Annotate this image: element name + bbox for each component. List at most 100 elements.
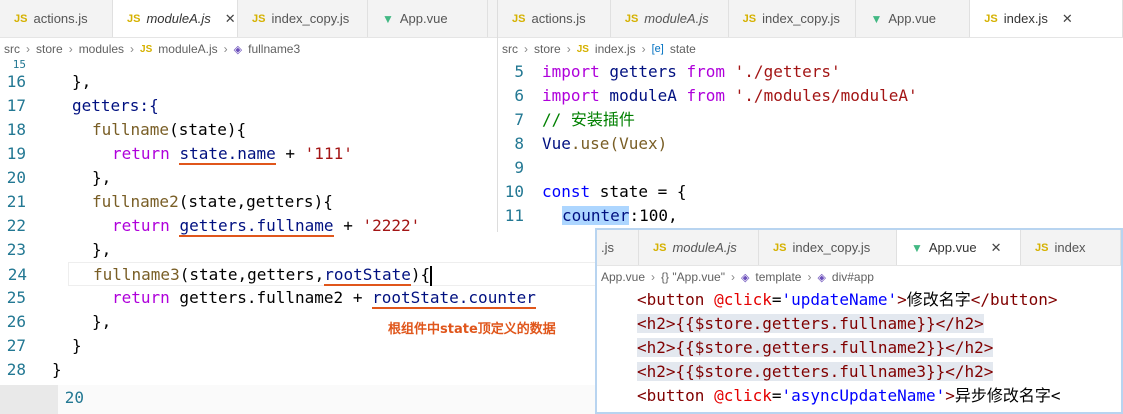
code-line: 23},	[0, 238, 600, 262]
breadcrumb-item[interactable]: src	[502, 42, 518, 56]
tab-label: moduleA.js	[644, 11, 709, 26]
line-number: 25	[6, 288, 26, 307]
line-number: 20	[64, 388, 84, 407]
breadcrumb-item[interactable]: moduleA.js	[158, 42, 217, 56]
code-keyword: import	[542, 86, 600, 105]
code-line: 9	[498, 156, 1123, 180]
vue-file-icon: ▼	[911, 240, 923, 255]
close-icon[interactable]: ✕	[1062, 11, 1073, 27]
code-text: fullname3	[93, 265, 180, 284]
tab-index[interactable]: JS index	[1021, 230, 1121, 265]
tab-actions-js[interactable]: JS actions.js	[0, 0, 113, 37]
tab-label: App.vue	[928, 240, 977, 255]
code-text: },	[72, 72, 92, 91]
code-text: .use(Vuex)	[570, 134, 668, 153]
code-tag: <button	[637, 386, 705, 405]
breadcrumb-item[interactable]: template	[755, 270, 801, 284]
tab-index-js[interactable]: JS index.js ✕	[970, 0, 1123, 37]
code-keyword: from	[686, 86, 726, 105]
chevron-right-icon: ›	[68, 42, 73, 56]
code-text: rootState	[324, 265, 411, 286]
breadcrumb-item[interactable]: modules	[79, 42, 124, 56]
close-icon[interactable]: ✕	[991, 240, 1002, 256]
line-number: 11	[504, 206, 524, 225]
tab-modulea-js[interactable]: JS moduleA.js	[639, 230, 759, 265]
right-editor: JS actions.js JS moduleA.js JS index_copy.j…	[497, 0, 1123, 232]
tab-label: index.js	[1003, 11, 1048, 26]
breadcrumb-item[interactable]: div#app	[832, 270, 874, 284]
tab-index-copy-js[interactable]: JS index_copy.js	[238, 0, 368, 37]
code-text: },	[92, 240, 112, 259]
code-line: <h2>{{$store.getters.fullname}}</h2>	[637, 312, 1121, 336]
line-number: 22	[6, 216, 26, 235]
code-line: 6 import moduleA from './modules/moduleA'	[498, 84, 1123, 108]
chevron-right-icon: ›	[524, 42, 528, 56]
code-tag: >	[945, 386, 955, 405]
tab-index-copy-js[interactable]: JS index_copy.js	[729, 0, 857, 37]
breadcrumb-item[interactable]: store	[36, 42, 63, 56]
js-file-icon: JS	[1035, 241, 1049, 254]
code-keyword: from	[686, 62, 726, 81]
cube-icon: ◈	[817, 271, 826, 284]
tab-actions-js[interactable]: JS actions.js	[498, 0, 611, 37]
code-attr: @click	[704, 386, 772, 405]
chevron-right-icon: ›	[26, 42, 30, 56]
breadcrumb-item[interactable]: {} "App.vue"	[661, 270, 725, 284]
breadcrumb-item[interactable]: state	[670, 42, 696, 56]
code-text: (state,getters,	[179, 265, 325, 284]
tab-index-copy-js[interactable]: JS index_copy.js	[759, 230, 897, 265]
code-text: }	[72, 336, 82, 355]
annotation-note: 根组件中state顶定义的数据	[388, 322, 556, 337]
tab-label: actions.js	[33, 11, 88, 26]
code-text: :100,	[629, 206, 678, 225]
line-number: 28	[6, 360, 26, 379]
line-number: 15	[12, 60, 26, 70]
breadcrumb-item[interactable]: App.vue	[601, 270, 645, 284]
js-file-icon: JS	[653, 241, 667, 254]
tab-app-vue[interactable]: ▼ App.vue ✕	[897, 230, 1021, 265]
js-file-icon: JS	[624, 12, 639, 25]
text-cursor	[430, 265, 433, 286]
chevron-right-icon: ›	[641, 42, 646, 56]
breadcrumb-item[interactable]: store	[534, 42, 561, 56]
code-comment: // 安装插件	[542, 110, 635, 129]
code-tag: <button	[637, 290, 705, 309]
code-text: getters.fullname2 +	[169, 288, 373, 307]
code-text: state.name	[179, 144, 276, 165]
breadcrumb-item[interactable]: fullname3	[248, 42, 300, 56]
code-text: fullname2	[92, 192, 179, 211]
code-line: <h2>{{$store.getters.fullname3}}</h2>	[637, 360, 1121, 384]
tab-js[interactable]: .js	[597, 230, 639, 265]
breadcrumb-item[interactable]: index.js	[595, 42, 636, 56]
code-line: 25 return getters.fullname2 + rootState.c…	[0, 286, 600, 310]
code-text: (state,getters){	[178, 192, 333, 211]
code-text: },	[92, 312, 112, 331]
line-number: 18	[6, 120, 26, 139]
right-tab-bar: JS actions.js JS moduleA.js JS index_copy.j…	[498, 0, 1123, 38]
line-number: 5	[514, 62, 524, 81]
cube-icon: ◈	[233, 43, 243, 56]
code-area[interactable]: <button @click='updateName'>修改名字</button…	[597, 288, 1121, 408]
breadcrumb-item[interactable]: src	[4, 42, 20, 56]
code-text: moduleA	[599, 86, 687, 105]
code-area[interactable]: 5 import getters from './getters' 6 import…	[498, 60, 1123, 228]
close-icon[interactable]: ✕	[225, 11, 236, 27]
code-line: 8 Vue.use(Vuex)	[498, 132, 1123, 156]
code-text: state = {	[590, 182, 687, 201]
tab-app-vue[interactable]: ▼ App.vue	[856, 0, 971, 37]
tab-label: App.vue	[399, 11, 448, 26]
tab-app-vue[interactable]: ▼ App.vue	[368, 0, 488, 37]
code-text: <h2>{{$store.getters.fullname3}}</h2>	[637, 362, 994, 381]
code-keyword: return	[112, 216, 170, 235]
tab-modulea-js[interactable]: JS moduleA.js	[611, 0, 729, 37]
code-text: 修改名字	[906, 290, 971, 309]
js-file-icon: JS	[252, 12, 266, 25]
background-editor-strip: 20	[58, 385, 598, 414]
tab-modulea-js[interactable]: JS moduleA.js ✕	[113, 0, 238, 37]
code-text: +	[333, 216, 363, 235]
code-text: }	[52, 360, 62, 379]
code-string: './getters'	[725, 62, 841, 81]
tab-label: moduleA.js	[672, 240, 737, 255]
chevron-right-icon: ›	[566, 42, 571, 56]
code-text: +	[275, 144, 305, 163]
